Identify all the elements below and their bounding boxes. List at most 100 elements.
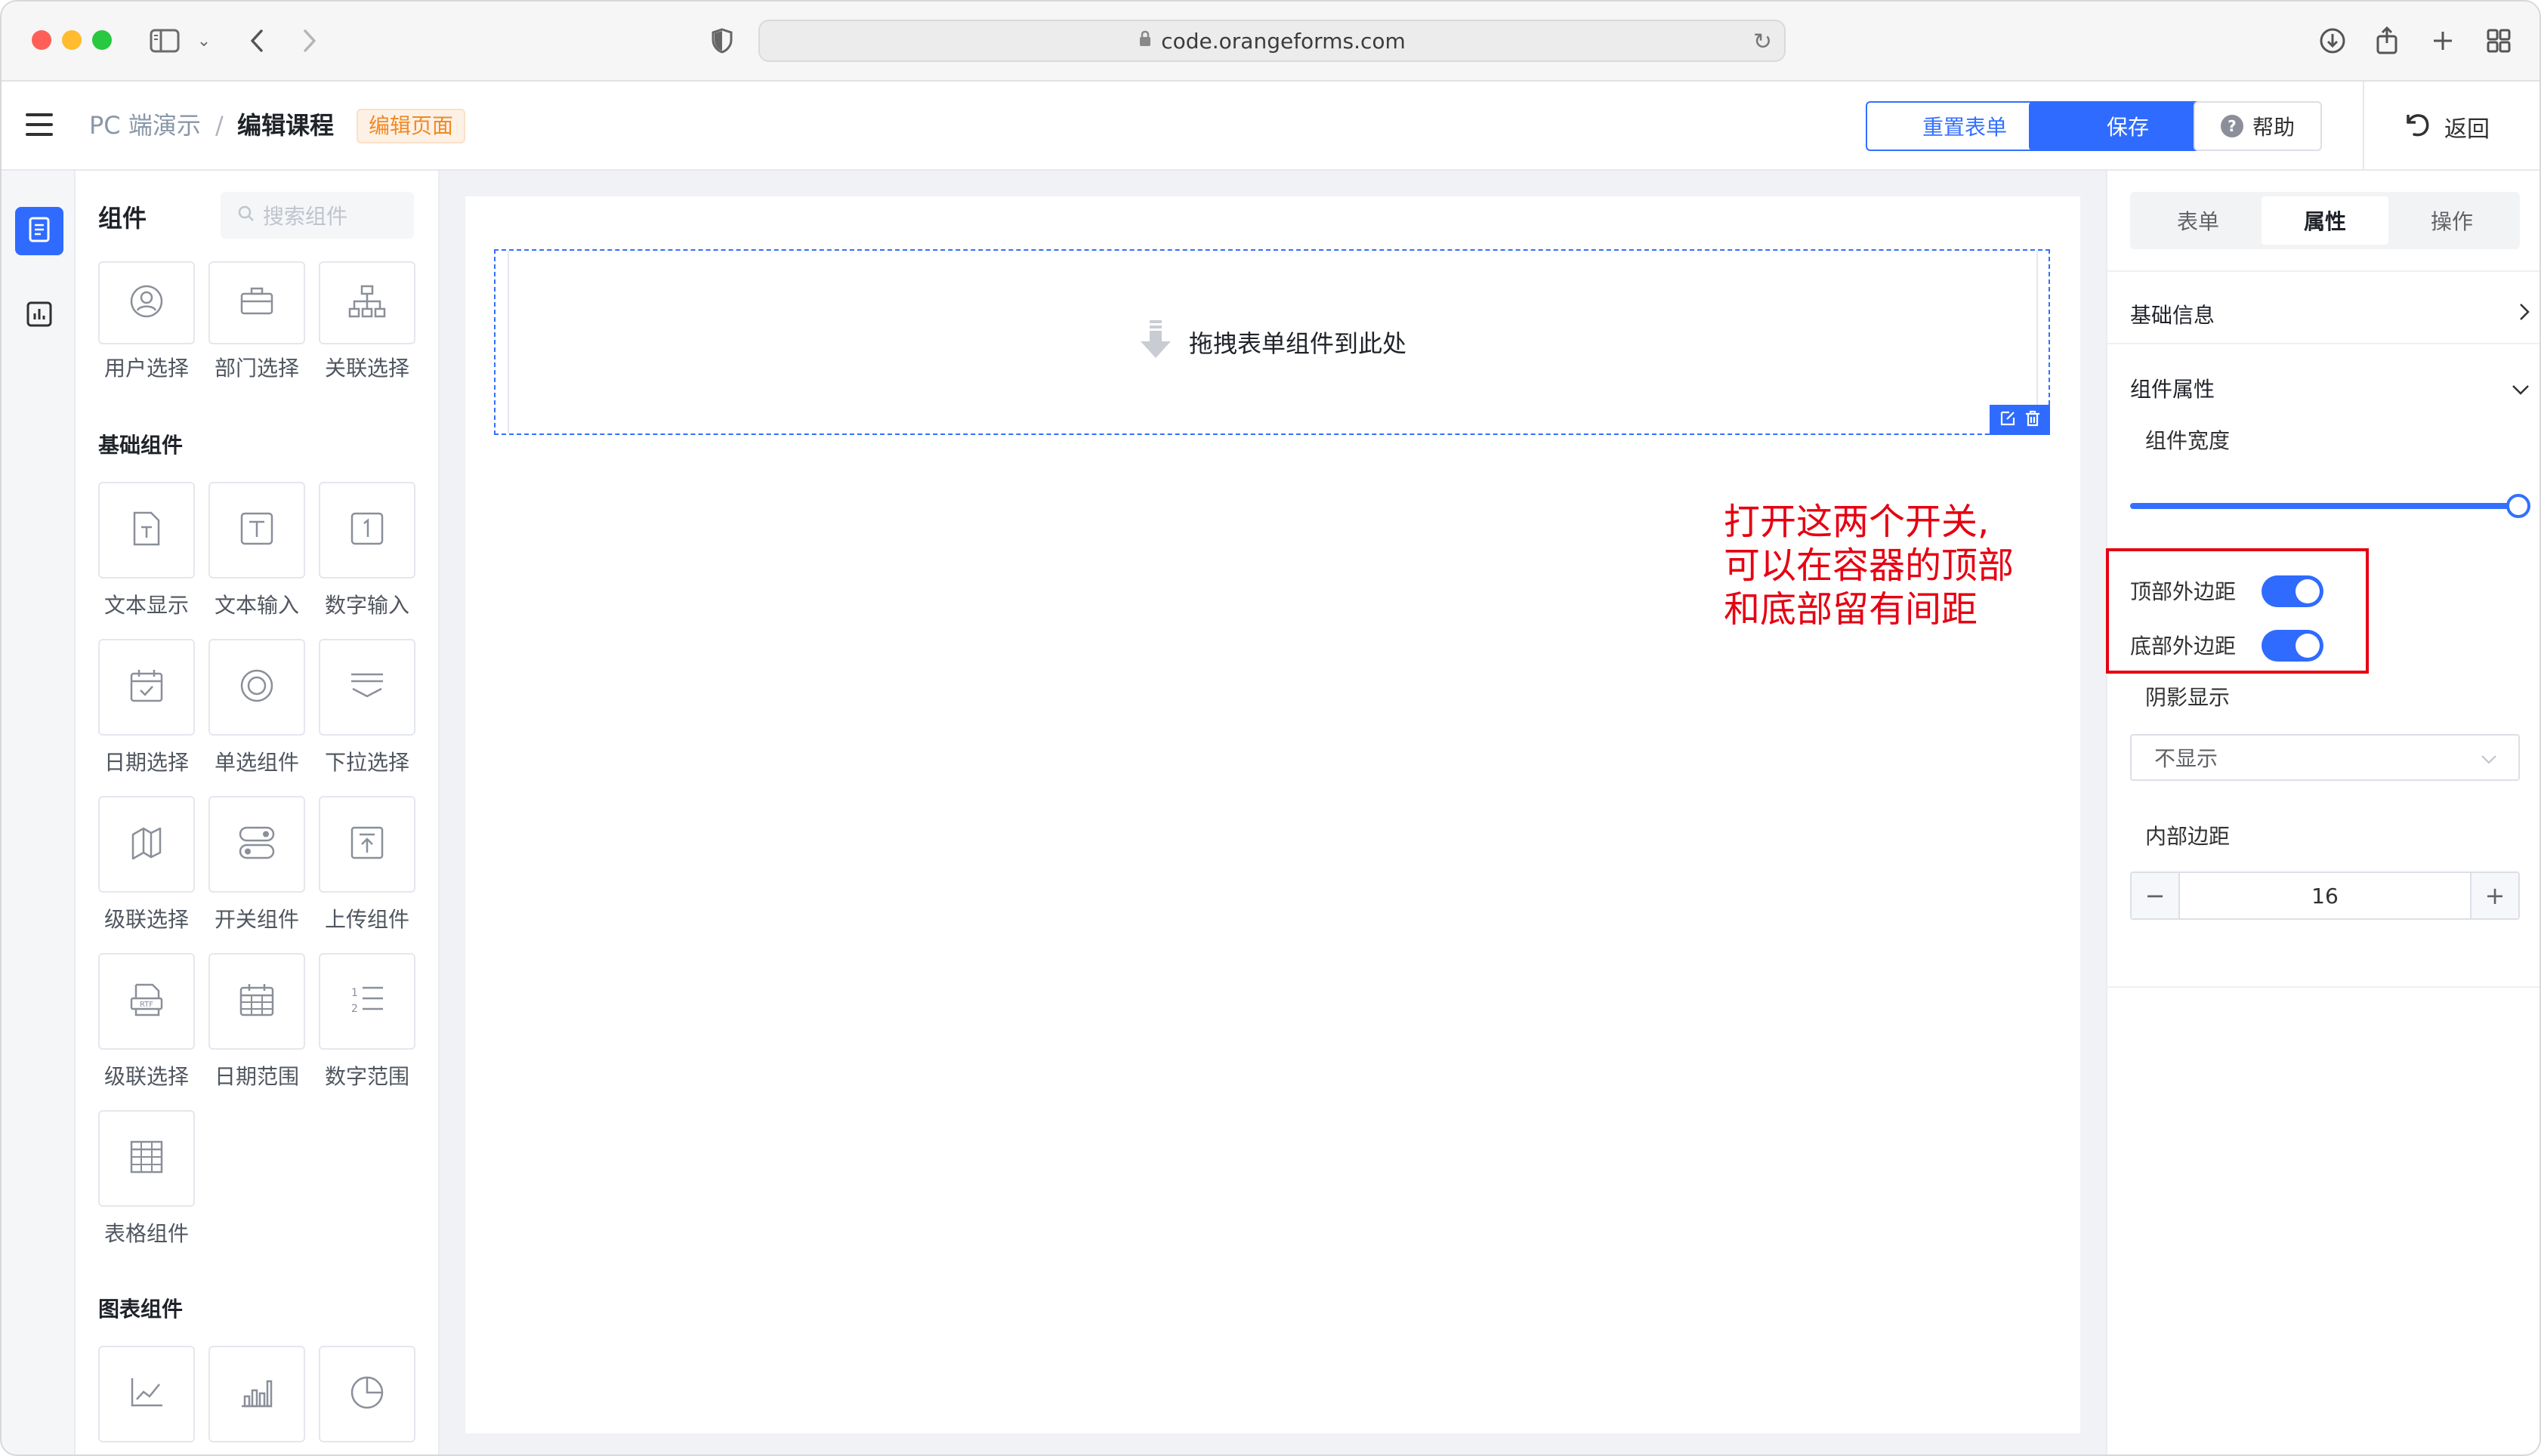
- section-component-props[interactable]: 组件属性: [2130, 364, 2530, 412]
- download-icon[interactable]: [2316, 24, 2349, 57]
- back-arrow-icon[interactable]: [240, 24, 273, 57]
- breadcrumb-current: 编辑课程: [237, 111, 335, 140]
- svg-text:RTF: RTF: [140, 1001, 153, 1009]
- help-button[interactable]: ? 帮助: [2194, 101, 2322, 151]
- decrement-button[interactable]: −: [2132, 873, 2180, 918]
- share-icon[interactable]: [2370, 24, 2404, 57]
- shadow-value: 不显示: [2154, 746, 2218, 771]
- width-slider-track[interactable]: [2130, 503, 2515, 509]
- section-basic-info[interactable]: 基础信息: [2130, 290, 2530, 338]
- date-range-icon: [239, 982, 275, 1020]
- svg-text:1: 1: [351, 987, 358, 999]
- shadow-label: 阴影显示: [2145, 685, 2231, 710]
- reload-icon[interactable]: ↻: [1753, 29, 1772, 55]
- tile-user-select[interactable]: [98, 261, 195, 344]
- increment-button[interactable]: +: [2470, 873, 2518, 918]
- chevron-down-icon: [2511, 376, 2530, 401]
- tile-label: 关联选择: [324, 356, 409, 381]
- arrow-down-icon: [1139, 319, 1172, 366]
- group-title-chart: 图表组件: [98, 1297, 184, 1322]
- tile-upload[interactable]: [319, 796, 415, 893]
- sidebar-toggle-icon[interactable]: [148, 24, 181, 57]
- section-label: 基础信息: [2130, 303, 2215, 328]
- highlight-box: [2106, 548, 2369, 674]
- property-tabs: 表单 属性 操作: [2130, 192, 2520, 249]
- lock-icon: [1138, 30, 1152, 51]
- minimize-window-button[interactable]: [62, 30, 82, 50]
- tile-line-chart[interactable]: [98, 1346, 195, 1442]
- padding-label: 内部边距: [2145, 824, 2231, 849]
- tile-radio[interactable]: [208, 639, 305, 736]
- tile-label: 数字输入: [324, 593, 409, 618]
- menu-icon[interactable]: [26, 113, 53, 136]
- tile-dept-select[interactable]: [208, 261, 305, 344]
- search-placeholder: 搜索组件: [263, 204, 348, 229]
- tile-number-input[interactable]: [319, 482, 415, 578]
- width-slider-handle[interactable]: [2506, 494, 2530, 518]
- org-chart-icon: [348, 285, 386, 321]
- tile-label: 部门选择: [214, 356, 299, 381]
- new-tab-icon[interactable]: [2426, 24, 2459, 57]
- rail-form-components-button[interactable]: [15, 207, 63, 255]
- divider: [2107, 986, 2539, 988]
- tab-attributes[interactable]: 属性: [2262, 196, 2388, 245]
- svg-text:2: 2: [351, 1003, 358, 1015]
- tile-label: 文本显示: [103, 593, 189, 618]
- tab-form[interactable]: 表单: [2135, 196, 2262, 245]
- address-bar[interactable]: code.orangeforms.com ↻: [758, 20, 1786, 62]
- tile-table[interactable]: [98, 1110, 195, 1207]
- tile-label: 下拉选择: [324, 750, 409, 775]
- edit-icon[interactable]: [1999, 409, 2017, 430]
- padding-value[interactable]: 16: [2180, 873, 2470, 918]
- form-doc-icon: [28, 217, 51, 245]
- delete-icon[interactable]: [2024, 409, 2041, 430]
- tile-pie-chart[interactable]: [319, 1346, 415, 1442]
- cascade-map-icon: [130, 825, 163, 863]
- maximize-window-button[interactable]: [92, 30, 112, 50]
- pie-chart-icon: [350, 1375, 384, 1413]
- forward-arrow-icon[interactable]: [293, 24, 326, 57]
- tile-date-range[interactable]: [208, 953, 305, 1050]
- table-icon: [129, 1140, 164, 1177]
- width-label: 组件宽度: [2145, 428, 2231, 453]
- tile-cascade-select[interactable]: [98, 796, 195, 893]
- tile-cascade-select-2[interactable]: RTF: [98, 953, 195, 1050]
- tile-date-select[interactable]: [98, 639, 195, 736]
- breadcrumb-separator: /: [215, 111, 224, 140]
- upload-icon: [350, 825, 384, 863]
- search-input[interactable]: 搜索组件: [221, 192, 414, 239]
- tile-text-display[interactable]: [98, 482, 195, 578]
- tile-dropdown[interactable]: [319, 639, 415, 736]
- divider: [2107, 270, 2539, 272]
- tab-overview-icon[interactable]: [2482, 24, 2515, 57]
- tile-label: 上传组件: [324, 907, 409, 932]
- shadow-select[interactable]: 不显示: [2130, 734, 2520, 781]
- chevron-down-icon: [2481, 745, 2497, 770]
- rail-report-button[interactable]: [15, 292, 63, 340]
- form-canvas[interactable]: 拖拽表单组件到此处: [465, 196, 2080, 1433]
- breadcrumb-root[interactable]: PC 端演示: [89, 110, 201, 140]
- calendar-icon: [129, 668, 164, 706]
- switch-icon: [238, 825, 276, 863]
- tile-label: 表格组件: [103, 1221, 189, 1246]
- shield-icon[interactable]: [705, 24, 739, 57]
- tab-actions[interactable]: 操作: [2388, 196, 2515, 245]
- tile-switch[interactable]: [208, 796, 305, 893]
- help-label: 帮助: [2252, 115, 2295, 140]
- back-button[interactable]: 返回: [2402, 110, 2490, 143]
- chevron-down-icon[interactable]: ⌄: [187, 24, 221, 57]
- header-divider: [2363, 82, 2364, 171]
- chevron-right-icon: [2518, 302, 2530, 327]
- dropdown-icon: [349, 671, 385, 704]
- close-window-button[interactable]: [32, 30, 51, 50]
- user-icon: [129, 284, 164, 322]
- line-chart-icon: [129, 1377, 164, 1411]
- tile-label: 开关组件: [214, 907, 299, 932]
- tile-bar-chart[interactable]: [208, 1346, 305, 1442]
- tile-relation-select[interactable]: [319, 261, 415, 344]
- properties-panel: 表单 属性 操作 基础信息 组件属性 组件宽度 顶部外边距 底部外边距 阴影显示…: [2106, 171, 2539, 1454]
- tile-number-range[interactable]: 12: [319, 953, 415, 1050]
- padding-stepper[interactable]: − 16 +: [2130, 871, 2520, 920]
- drop-zone[interactable]: 拖拽表单组件到此处: [494, 249, 2050, 435]
- tile-text-input[interactable]: [208, 482, 305, 578]
